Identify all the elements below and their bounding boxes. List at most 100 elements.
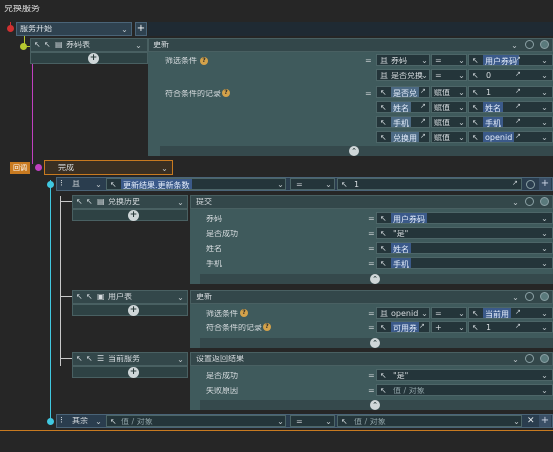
- chevron-down-icon: ⌄: [513, 417, 520, 426]
- assign-op: 赋值: [434, 119, 450, 127]
- add-condition-button[interactable]: +: [539, 178, 551, 190]
- cursor-icon: ↖: [472, 118, 479, 127]
- expand-icon[interactable]: ↗: [420, 87, 426, 95]
- collapse-up-icon[interactable]: ⌃: [370, 274, 380, 284]
- toggle-icon[interactable]: [525, 40, 534, 49]
- expand-icon[interactable]: ↗: [515, 87, 521, 95]
- help-icon[interactable]: ?: [263, 323, 271, 331]
- toggle-icon[interactable]: [526, 180, 535, 189]
- enable-icon[interactable]: [540, 197, 549, 206]
- cursor-icon: ↖: [472, 133, 479, 142]
- close-icon[interactable]: ✕: [527, 417, 535, 426]
- menu-icon[interactable]: ⁝: [60, 180, 63, 189]
- else-op: =: [296, 418, 303, 426]
- users-assign-field-tag: 可用券: [391, 322, 419, 333]
- else-node-dot[interactable]: [47, 418, 54, 425]
- condition-value-tag: 更新结果.更新条数: [121, 179, 192, 190]
- expand-icon[interactable]: ↗: [515, 55, 521, 63]
- filter-field: 券码: [391, 57, 407, 65]
- help-icon[interactable]: ?: [222, 89, 230, 97]
- history-field-label: 是否成功: [206, 230, 238, 238]
- history-field-label: 券码: [206, 215, 222, 223]
- enable-icon[interactable]: [540, 40, 549, 49]
- chevron-down-icon: ⌄: [541, 259, 548, 268]
- assign-value-tag: 手机: [483, 117, 503, 128]
- voucher-action-bar[interactable]: [148, 38, 553, 52]
- users-action-bar[interactable]: [190, 290, 553, 304]
- add-icon[interactable]: +: [128, 210, 139, 221]
- expand-icon[interactable]: ↗: [515, 132, 521, 140]
- voucher-node-dot[interactable]: [20, 43, 27, 50]
- history-field-label: 姓名: [206, 245, 222, 253]
- chevron-down-icon: ⌄: [512, 355, 519, 364]
- else-value-placeholder: 值 / 对象: [121, 418, 153, 426]
- enable-icon[interactable]: [540, 292, 549, 301]
- cursor-icon: ↖: [34, 40, 41, 49]
- condition-op: =: [296, 181, 303, 189]
- expand-icon[interactable]: ↗: [420, 132, 426, 140]
- connector: [60, 296, 72, 297]
- service-label: 当前服务: [108, 355, 140, 363]
- records-label: 符合条件的记录: [165, 90, 221, 98]
- expand-icon[interactable]: ↗: [420, 117, 426, 125]
- cursor-icon: ↖: [472, 56, 479, 65]
- chevron-down-icon: ⌄: [135, 41, 142, 50]
- else-label[interactable]: 其余: [72, 417, 88, 425]
- assign-op: 赋值: [434, 134, 450, 142]
- complete-label: 完成: [58, 164, 74, 172]
- chevron-down-icon: ⌄: [277, 180, 284, 189]
- expand-icon[interactable]: ↗: [420, 102, 426, 110]
- filter-op: =: [435, 57, 442, 65]
- add-icon[interactable]: +: [128, 305, 139, 316]
- expand-icon[interactable]: ↗: [419, 322, 425, 330]
- toggle-icon[interactable]: [525, 197, 534, 206]
- expand-icon[interactable]: ↗: [515, 117, 521, 125]
- users-filter-label: 筛选条件: [206, 310, 238, 318]
- filter-label: 筛选条件: [165, 57, 197, 65]
- expand-icon[interactable]: ↗: [515, 70, 521, 78]
- expand-icon[interactable]: ↗: [515, 102, 521, 110]
- condition-value-input[interactable]: [337, 178, 522, 190]
- add-step-button[interactable]: +: [135, 22, 147, 36]
- chevron-down-icon: ⌄: [541, 371, 548, 380]
- root-node-dot[interactable]: [7, 25, 14, 32]
- root-row-fill: [148, 22, 553, 36]
- help-icon[interactable]: ?: [240, 309, 248, 317]
- help-icon[interactable]: ?: [200, 57, 208, 65]
- assign-field-tag: 姓名: [391, 102, 411, 113]
- chevron-down-icon: ⌄: [177, 198, 184, 207]
- toggle-icon[interactable]: [525, 292, 534, 301]
- add-branch-button[interactable]: +: [539, 415, 551, 427]
- expand-icon[interactable]: ↗: [515, 308, 521, 316]
- collapse-up-icon[interactable]: ⌃: [349, 146, 359, 156]
- history-field-value-tag: 手机: [391, 258, 411, 269]
- chevron-down-icon: ⌄: [121, 25, 128, 34]
- enable-icon[interactable]: [540, 354, 549, 363]
- expand-icon[interactable]: ↗: [512, 179, 518, 187]
- toggle-icon[interactable]: [525, 354, 534, 363]
- history-action-bar[interactable]: [190, 195, 553, 209]
- condition-node-dot[interactable]: [47, 181, 54, 188]
- chevron-down-icon: ⌄: [541, 88, 548, 97]
- complete-node-dot[interactable]: [35, 164, 42, 171]
- cursor-icon: ↖: [110, 180, 117, 189]
- window-title: 兑换服务: [4, 5, 41, 14]
- collapse-up-icon[interactable]: ⌃: [370, 400, 380, 410]
- equals-sign: =: [368, 245, 375, 253]
- users-filter-op-text: =: [435, 310, 442, 318]
- add-icon[interactable]: +: [128, 367, 139, 378]
- chevron-down-icon: ⌄: [541, 71, 548, 80]
- service-action-bar[interactable]: [190, 352, 553, 366]
- chevron-down-icon: ⌄: [541, 244, 548, 253]
- condition-logic[interactable]: 且: [72, 180, 80, 188]
- history-field-value-tag: 姓名: [391, 243, 411, 254]
- expand-icon[interactable]: ↗: [515, 322, 521, 330]
- cursor-icon: ↖: [380, 323, 387, 332]
- chevron-down-icon: ⌄: [541, 309, 548, 318]
- menu-icon[interactable]: ⁝: [60, 417, 63, 426]
- users-filter-value-tag: 当前用: [483, 308, 511, 319]
- users-table-label: 用户表: [108, 293, 132, 301]
- chevron-down-icon: ⌄: [541, 133, 548, 142]
- collapse-up-icon[interactable]: ⌃: [370, 338, 380, 348]
- add-icon[interactable]: +: [88, 53, 99, 64]
